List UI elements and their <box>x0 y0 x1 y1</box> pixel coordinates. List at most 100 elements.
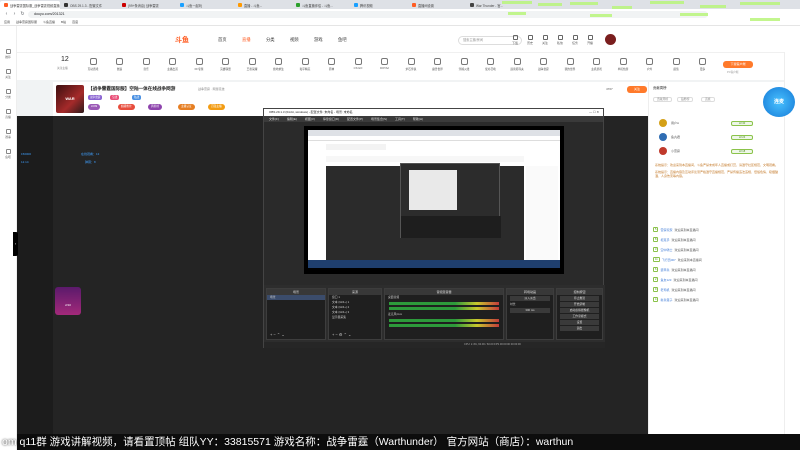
nav-item[interactable]: 游戏 <box>314 37 323 43</box>
obs-menu-item[interactable]: 文件(F) <box>269 116 279 122</box>
activity-badge[interactable]: 2/10 <box>55 287 81 315</box>
chat-nickname[interactable]: 装甲兵 <box>660 268 669 272</box>
obs-menu-item[interactable]: 停靠窗口(D) <box>323 116 339 122</box>
sidebar-item[interactable]: 分类 <box>0 86 16 102</box>
room-avatar[interactable]: WAR THUNDER <box>56 85 84 129</box>
room-category[interactable]: 战争雷霆 · 网游竞技 <box>198 87 225 91</box>
bookmark-item[interactable]: 斗鱼直播 <box>43 20 55 24</box>
rank-row[interactable]: 鱼丸君 LV.24 <box>655 132 775 143</box>
category-item[interactable]: 主机游戏 <box>586 58 608 71</box>
browser-tab[interactable]: 直播间设置 <box>408 1 466 9</box>
chat-message[interactable]: 2 鱼友123 欢迎来到本直播间 <box>653 276 697 283</box>
room-tag[interactable]: 陆战 <box>132 95 142 100</box>
reload-icon[interactable]: ↻ <box>20 11 25 17</box>
room-tag[interactable]: 战争雷霆 <box>88 95 103 100</box>
nav-item[interactable]: 直播 <box>242 37 251 43</box>
follow-count[interactable]: 12 <box>61 56 69 63</box>
category-item[interactable]: 英雄联盟 <box>215 58 237 71</box>
chat-nickname[interactable]: 鱼友123 <box>660 278 671 282</box>
sidebar-item[interactable]: 推荐 <box>0 46 16 62</box>
source-add-remove-icons[interactable]: + − ⚙ ⌃ ⌄ <box>332 332 351 337</box>
category-item[interactable]: 原神 <box>321 58 343 71</box>
bookmark-item[interactable]: B站 <box>61 20 66 24</box>
chat-nickname[interactable]: 空中骑士 <box>660 248 672 252</box>
header-icon-button[interactable]: 下载 <box>508 35 522 45</box>
sidebar-item[interactable]: 鱼吧 <box>0 146 16 162</box>
sidebar-item[interactable]: 关注 <box>0 66 16 82</box>
browser-tab[interactable]: 斗鱼直播伴侣 - 斗鱼... <box>292 1 350 9</box>
rank-tab[interactable]: 贡献周榜 <box>653 97 673 102</box>
chat-nickname[interactable]: 老司机 <box>660 288 669 292</box>
category-item[interactable]: DOTA2 <box>374 58 396 70</box>
room-badge[interactable]: 周星榜 <box>148 104 163 110</box>
room-badge[interactable]: 百强主播 <box>208 104 225 110</box>
scene-add-remove-icons[interactable]: + − ⌃ ⌄ <box>270 332 285 337</box>
lianmai-badge[interactable]: 连麦 <box>763 87 795 117</box>
obs-control-button[interactable]: 停止推流 <box>560 296 599 301</box>
category-item[interactable]: 更多 <box>692 58 714 71</box>
chat-message[interactable]: 6 装甲兵 欢迎来到本直播间 <box>653 266 695 273</box>
category-item[interactable]: 战争雷霆 <box>533 58 555 71</box>
category-item[interactable]: 单机热游 <box>612 58 634 71</box>
follow-button[interactable]: 关注 <box>627 86 647 93</box>
category-item[interactable]: FF专题 <box>188 58 210 71</box>
chat-nickname[interactable]: 坦克手 <box>660 238 669 242</box>
back-icon[interactable]: ‹ <box>4 11 9 17</box>
obs-menu-item[interactable]: 帮助(H) <box>413 116 423 122</box>
nav-item[interactable]: 鱼吧 <box>338 37 347 43</box>
douyu-logo[interactable]: 斗鱼 <box>175 35 189 45</box>
room-tag[interactable]: 空战 <box>110 95 120 100</box>
header-icon-button[interactable]: 私信 <box>553 35 567 45</box>
obs-menu-item[interactable]: 工具(T) <box>395 116 405 122</box>
chat-message[interactable]: 3 空中骑士 欢迎来到本直播间 <box>653 246 698 253</box>
scene-item[interactable]: 场景 <box>267 295 325 300</box>
chat-message[interactable]: 9 老司机 欢迎来到本直播间 <box>653 286 695 293</box>
nav-item[interactable]: 视频 <box>290 37 299 43</box>
chat-message[interactable]: 11 飞行员007 欢迎来到本直播间 <box>653 256 702 263</box>
rank-tab[interactable]: 钻粉榜 <box>677 97 694 102</box>
category-item[interactable]: 绝地求生 <box>268 58 290 71</box>
collapse-arrow-icon[interactable]: › <box>13 232 18 256</box>
room-badge[interactable]: 主播认证 <box>178 104 195 110</box>
browser-tab[interactable]: 斗鱼一起玩 <box>176 1 234 9</box>
category-item[interactable]: 王者荣耀 <box>241 58 263 71</box>
browser-tab[interactable]: 战争雷霆国际服_战争雷霆视频直播 - 斗鱼 <box>0 1 60 9</box>
rank-row[interactable]: 用户A LV.30 <box>655 118 775 129</box>
obs-control-button[interactable]: 退出 <box>560 326 599 331</box>
category-item[interactable]: 舞蹈 <box>109 58 131 71</box>
browser-tab[interactable]: 直播 - 斗鱼... <box>234 1 292 9</box>
chat-nickname[interactable]: 飞行员007 <box>662 258 676 262</box>
browser-tab[interactable]: OBS 29.1.3 - 配置文件 <box>60 1 118 9</box>
category-item[interactable]: 逃离塔科夫 <box>506 58 528 71</box>
chat-message[interactable]: 4 新兵蛋子 欢迎来到本直播间 <box>653 296 698 303</box>
chat-message[interactable]: 5 雷霆玩家 欢迎来到本直播间 <box>653 226 698 233</box>
header-icon-button[interactable]: 关注 <box>538 35 552 45</box>
nav-item[interactable]: 分类 <box>266 37 275 43</box>
user-avatar[interactable] <box>605 34 616 45</box>
category-item[interactable]: 魔兽世界 <box>427 58 449 71</box>
category-item[interactable]: 炉石传说 <box>400 58 422 71</box>
source-item[interactable]: 显示器采集 <box>329 315 381 320</box>
rank-title[interactable]: 贡献周榜 <box>653 85 667 90</box>
bookmark-item[interactable]: 应用 <box>4 20 10 24</box>
chat-nickname[interactable]: 新兵蛋子 <box>660 298 672 302</box>
category-item[interactable]: 互动游戏 <box>82 58 104 71</box>
nav-item[interactable]: 首页 <box>218 37 227 43</box>
obs-control-button[interactable]: 开始录制 <box>560 302 599 307</box>
transition-duration-field[interactable]: 300 ms <box>510 308 550 313</box>
category-item[interactable]: 我的世界 <box>559 58 581 71</box>
chat-nickname[interactable]: 雷霆玩家 <box>660 228 672 232</box>
sidebar-item[interactable]: 直播 <box>0 106 16 122</box>
obs-control-button[interactable]: 工作室模式 <box>560 314 599 319</box>
rank-tab[interactable]: 贵族 <box>701 97 715 102</box>
category-item[interactable]: 户外 <box>639 58 661 71</box>
header-icon-button[interactable]: 开播 <box>583 35 597 45</box>
room-badge[interactable]: LV99 <box>88 104 101 110</box>
transition-type-select[interactable]: 淡入淡出 <box>510 296 550 301</box>
category-item[interactable]: 穿越火线 <box>453 58 475 71</box>
browser-tab[interactable]: 腾讯视频 <box>350 1 408 9</box>
category-item[interactable]: CS:GO <box>347 58 369 70</box>
header-icon-button[interactable]: 历史 <box>523 35 537 45</box>
url-field[interactable]: douyu.com/201321 <box>28 10 708 18</box>
category-item[interactable]: 主播出道 <box>162 58 184 71</box>
